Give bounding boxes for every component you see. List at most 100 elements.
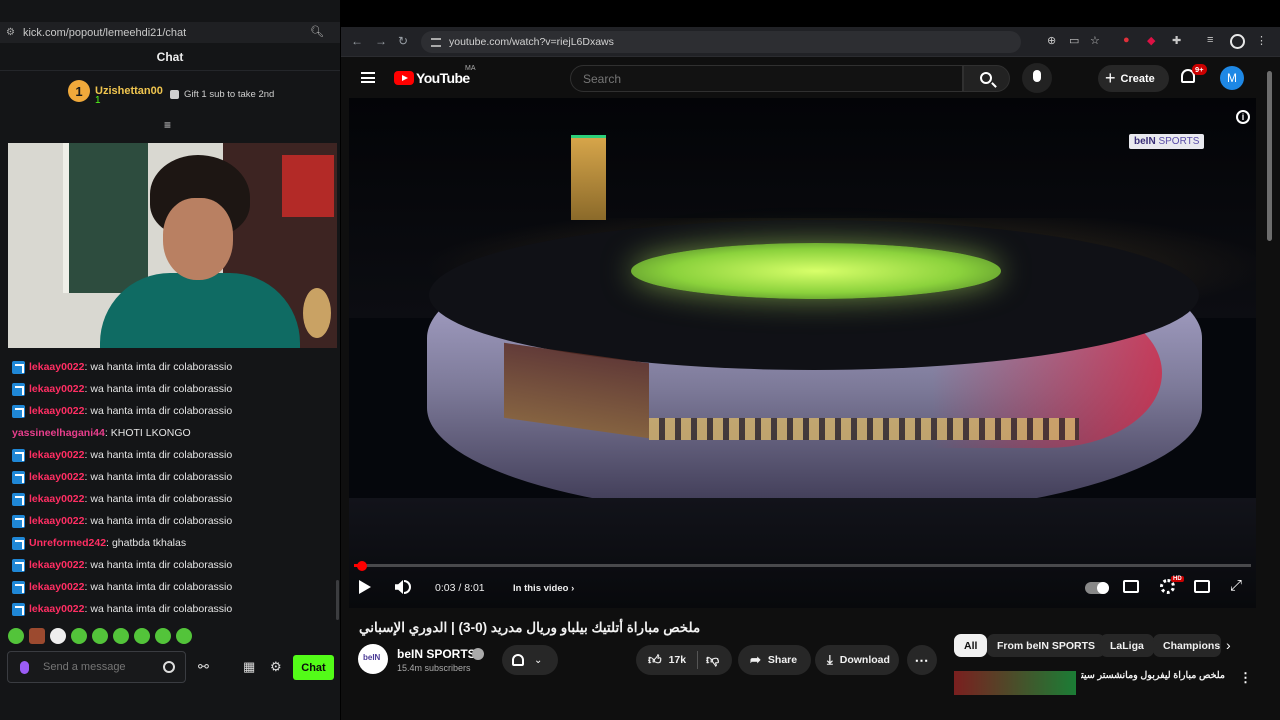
chip-laliga[interactable]: LaLiga [1100, 634, 1154, 657]
subtitles-icon[interactable] [1123, 580, 1139, 593]
top-gifter[interactable]: 1 Uzishettan00 1 [68, 80, 163, 106]
youtube-logo[interactable]: YouTube MA [394, 65, 476, 86]
fullscreen-icon[interactable]: ⤢ [1230, 577, 1242, 594]
chrome-menu-icon[interactable]: ⋮ [1256, 34, 1267, 47]
emote[interactable] [92, 628, 108, 644]
video-player[interactable]: beIN SPORTS i 0:03 / 8:01 In this video … [349, 98, 1256, 608]
play-icon[interactable] [359, 580, 371, 594]
message-input[interactable] [43, 661, 153, 673]
bookmark-star-icon[interactable]: ☆ [1090, 34, 1100, 47]
chat-username[interactable]: lekaay0022 [29, 603, 84, 615]
chat-text: wa hanta imta dir colaborassio [90, 383, 233, 395]
account-avatar[interactable]: M [1220, 66, 1244, 90]
create-button[interactable]: + Create [1098, 65, 1169, 92]
hd-badge: HD [1171, 576, 1184, 582]
country-code: MA [465, 65, 476, 72]
recommended-thumbnail[interactable] [954, 671, 1076, 695]
send-chat-button[interactable]: Chat [293, 655, 334, 680]
extension-icon[interactable]: ◆ [1147, 34, 1155, 47]
more-actions-button[interactable]: ⋯ [907, 645, 937, 675]
store-icon[interactable]: ▦ [243, 659, 255, 675]
emote[interactable] [155, 628, 171, 644]
chevron-right-icon[interactable]: › [1226, 637, 1231, 653]
search-input[interactable] [583, 71, 943, 86]
chat-username[interactable]: lekaay0022 [29, 471, 84, 483]
youtube-window: ← → ↻ youtube.com/watch?v=riejL6Dxaws ⊕ … [341, 27, 1280, 720]
channel-name[interactable]: beIN SPORTS [397, 647, 476, 661]
chip-all[interactable]: All [954, 634, 988, 657]
chat-separator: : [84, 449, 88, 461]
kick-url-bar[interactable]: ⚙ kick.com/popout/lemeehdi21/chat 🔍︎ [0, 22, 340, 43]
chat-username[interactable]: lekaay0022 [29, 493, 84, 505]
forward-icon[interactable]: → [375, 34, 387, 48]
message-composer[interactable] [7, 651, 186, 683]
recommended-title[interactable]: ملخص مباراة ليفربول ومانشستر سيتي (1-1) … [1081, 670, 1225, 681]
zoom-icon[interactable]: ⊕ [1047, 34, 1056, 47]
chat-username[interactable]: lekaay0022 [29, 449, 84, 461]
zoom-icon[interactable]: 🔍︎ [310, 25, 324, 38]
site-info-icon[interactable] [431, 37, 441, 47]
users-icon[interactable]: ⚯ [198, 659, 209, 675]
emote[interactable] [113, 628, 129, 644]
gifter-count: 1 [95, 95, 101, 106]
autoplay-toggle[interactable] [1085, 582, 1109, 594]
download-button[interactable]: ⤓ Download [815, 645, 899, 675]
chat-username[interactable]: Unreformed242 [29, 537, 106, 549]
emote[interactable] [71, 628, 87, 644]
address-bar[interactable]: youtube.com/watch?v=riejL6Dxaws [421, 31, 1021, 53]
like-icon[interactable]: 👍︎ [648, 652, 662, 668]
site-info-icon[interactable]: ⚙ [6, 27, 15, 38]
chip-from-channel[interactable]: From beIN SPORTS [987, 634, 1106, 657]
extension-icon[interactable]: ● [1123, 34, 1130, 46]
chat-username[interactable]: lekaay0022 [29, 515, 84, 527]
scrubber-knob[interactable] [357, 560, 368, 571]
chat-username[interactable]: lekaay0022 [29, 581, 84, 593]
chat-message: yassineelhagani44: KHOTI LKONGO [0, 422, 340, 444]
subscription-bell-button[interactable]: ⌄ [502, 645, 558, 675]
chat-username[interactable]: lekaay0022 [29, 383, 84, 395]
search-button[interactable] [963, 65, 1010, 92]
volume-icon[interactable] [395, 580, 403, 594]
video-menu-icon[interactable]: ⋮ [1239, 670, 1252, 686]
install-icon[interactable]: ▭ [1069, 34, 1079, 47]
chat-scrollbar[interactable] [336, 580, 339, 620]
emote[interactable] [8, 628, 24, 644]
share-button[interactable]: ➦ Share [738, 645, 811, 675]
in-this-video-button[interactable]: In this video › [513, 583, 574, 594]
chat-message: lekaay0022: wa hanta imta dir colaborassi… [0, 554, 340, 576]
chat-separator: : [104, 427, 108, 439]
collapse-pinned-icon[interactable]: ≡ [164, 118, 171, 132]
reload-icon[interactable]: ↻ [398, 34, 408, 48]
mic-icon[interactable] [20, 660, 29, 674]
profile-icon[interactable] [1230, 34, 1245, 49]
guide-menu-icon[interactable] [361, 72, 375, 83]
extensions-puzzle-icon[interactable]: ✚ [1172, 34, 1181, 47]
chat-username[interactable]: lekaay0022 [29, 405, 84, 417]
emote[interactable] [134, 628, 150, 644]
chat-separator: : [84, 559, 88, 571]
chat-username[interactable]: lekaay0022 [29, 559, 84, 571]
settings-icon[interactable]: ⚙ [270, 659, 282, 675]
progress-bar[interactable] [354, 560, 1251, 571]
chip-champions[interactable]: Champions [1153, 634, 1221, 657]
miniplayer-icon[interactable] [1194, 580, 1210, 593]
search-box[interactable] [570, 65, 963, 92]
like-count[interactable]: 17k [669, 654, 687, 666]
chat-message: Unreformed242: ghatbda tkhalas [0, 532, 340, 554]
emoji-picker-icon[interactable] [163, 661, 175, 673]
back-icon[interactable]: ← [351, 34, 363, 48]
emote[interactable] [176, 628, 192, 644]
info-icon[interactable]: i [1236, 110, 1250, 124]
emote[interactable] [29, 628, 45, 644]
emote[interactable] [50, 628, 66, 644]
dislike-icon[interactable]: 👎︎ [706, 652, 719, 668]
media-controls-icon[interactable]: ≡ [1207, 34, 1213, 46]
gift-sub-cta[interactable]: Gift 1 sub to take 2nd [170, 89, 274, 100]
subscriber-badge-icon [12, 382, 25, 396]
page-scrollbar[interactable] [1267, 71, 1272, 241]
channel-avatar[interactable] [358, 644, 388, 674]
chat-username[interactable]: yassineelhagani44 [12, 427, 105, 439]
chat-username[interactable]: lekaay0022 [29, 361, 84, 373]
voice-search-button[interactable] [1022, 63, 1052, 93]
chat-message: lekaay0022: wa hanta imta dir colaborassi… [0, 576, 340, 598]
